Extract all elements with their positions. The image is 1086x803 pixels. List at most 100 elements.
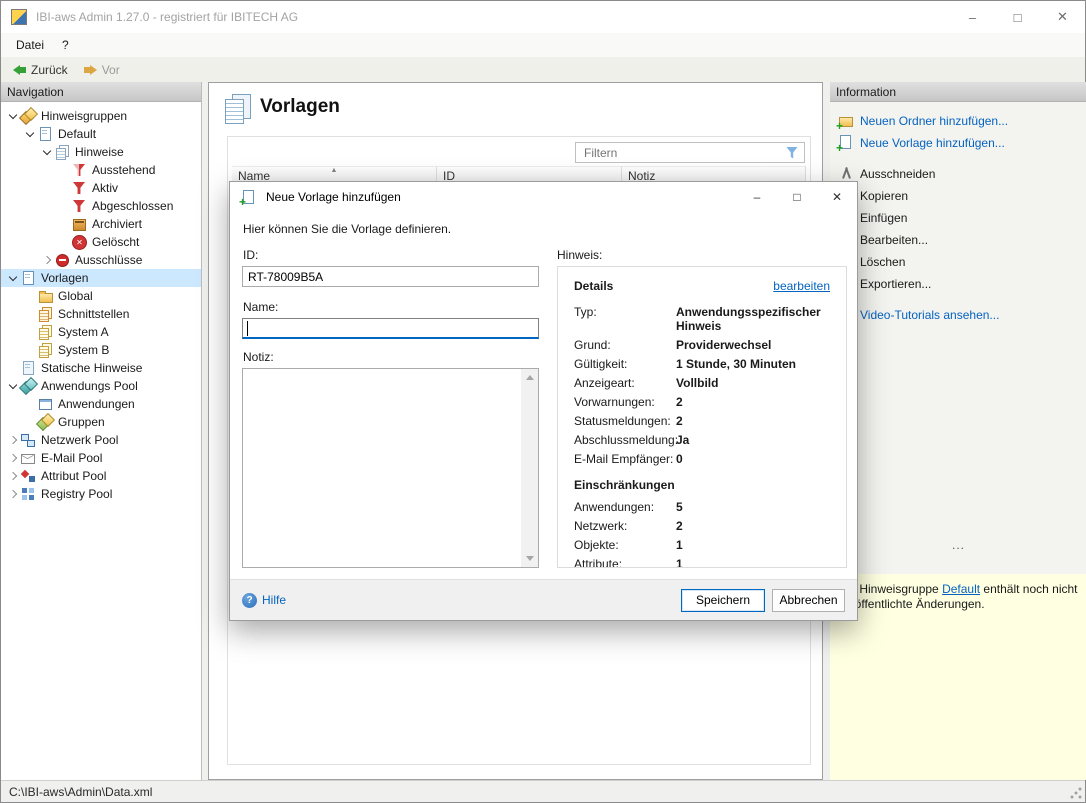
tree-item-aktiv[interactable]: Aktiv <box>1 179 201 197</box>
bearbeiten-link[interactable]: bearbeiten <box>773 279 830 293</box>
vor-button[interactable]: Vor <box>76 61 128 79</box>
action-video-tutorials-ansehen[interactable]: Video-Tutorials ansehen... <box>836 304 1086 326</box>
detail-value: 2 <box>676 414 830 428</box>
tree-chevron-icon[interactable] <box>39 145 55 159</box>
tree-item-gruppen[interactable]: Gruppen <box>1 413 201 431</box>
tree-item-abgeschlossen[interactable]: Abgeschlossen <box>1 197 201 215</box>
detail-row: Abschlussmeldung:Ja <box>574 433 830 447</box>
help-icon: ? <box>242 593 257 608</box>
action-ausschneiden[interactable]: Ausschneiden <box>836 163 1086 185</box>
tree-item-gelöscht[interactable]: Gelöscht <box>1 233 201 251</box>
filter-funnel-icon[interactable] <box>786 147 798 159</box>
tree-item-system-b[interactable]: System B <box>1 341 201 359</box>
action-neue-vorlage-hinzufügen[interactable]: Neue Vorlage hinzufügen... <box>836 132 1086 154</box>
detail-value: 5 <box>676 500 830 514</box>
action-kopieren[interactable]: Kopieren <box>836 185 1086 207</box>
tree-item-hinweisgruppen[interactable]: Hinweisgruppen <box>1 107 201 125</box>
action-group: Video-Tutorials ansehen... <box>836 304 1086 326</box>
tree-item-label: Attribut Pool <box>41 469 106 483</box>
action-label: Einfügen <box>860 211 907 225</box>
tree-item-anwendungs-pool[interactable]: Anwendungs Pool <box>1 377 201 395</box>
menu-help[interactable]: ? <box>53 34 78 56</box>
action-einfügen[interactable]: Einfügen <box>836 207 1086 229</box>
hinweise-icon <box>55 145 70 159</box>
tree-chevron-icon[interactable] <box>5 487 21 501</box>
tree-item-vorlagen[interactable]: Vorlagen <box>1 269 201 287</box>
app-icon[interactable] <box>11 9 27 25</box>
abbrechen-button[interactable]: Abbrechen <box>772 589 845 612</box>
filter-input[interactable] <box>576 146 780 160</box>
action-exportieren[interactable]: Exportieren... <box>836 273 1086 295</box>
tree-item-schnittstellen[interactable]: Schnittstellen <box>1 305 201 323</box>
tree-item-statische-hinweise[interactable]: Statische Hinweise <box>1 359 201 377</box>
minimize-button[interactable]: – <box>950 1 995 33</box>
tree-item-label: Gruppen <box>58 415 105 429</box>
tree-item-default[interactable]: Default <box>1 125 201 143</box>
tree-chevron-icon[interactable] <box>39 253 55 267</box>
dialog-minimize-button[interactable]: – <box>737 182 777 212</box>
forward-arrow-icon <box>84 65 97 75</box>
scrollbar-down-icon[interactable] <box>526 556 534 561</box>
tree-item-ausstehend[interactable]: Ausstehend <box>1 161 201 179</box>
detail-label: E-Mail Empfänger: <box>574 452 676 466</box>
maximize-button[interactable]: □ <box>995 1 1040 33</box>
tree-indent-spacer <box>56 235 72 249</box>
speichern-button[interactable]: Speichern <box>681 589 765 612</box>
tree-chevron-icon[interactable] <box>5 469 21 483</box>
action-group: Neuen Ordner hinzufügen...Neue Vorlage h… <box>836 110 1086 154</box>
dialog-title-bar[interactable]: Neue Vorlage hinzufügen – □ ✕ <box>230 182 857 212</box>
actions-list: Neuen Ordner hinzufügen...Neue Vorlage h… <box>830 102 1086 335</box>
scrollbar-up-icon[interactable] <box>526 375 534 380</box>
tree-item-hinweise[interactable]: Hinweise <box>1 143 201 161</box>
system-icon <box>38 343 53 357</box>
dialog-close-button[interactable]: ✕ <box>817 182 857 212</box>
hilfe-link[interactable]: ? Hilfe <box>242 593 286 608</box>
action-löschen[interactable]: Löschen <box>836 251 1086 273</box>
tree-item-label: Schnittstellen <box>58 307 129 321</box>
tree-item-label: E-Mail Pool <box>41 451 102 465</box>
default-link[interactable]: Default <box>942 582 980 596</box>
detail-row: Typ:Anwendungsspezifischer Hinweis <box>574 305 830 333</box>
action-neuen-ordner-hinzufügen[interactable]: Neuen Ordner hinzufügen... <box>836 110 1086 132</box>
tree-indent-spacer <box>22 397 38 411</box>
tree-item-registry-pool[interactable]: Registry Pool <box>1 485 201 503</box>
dialog-window-controls: – □ ✕ <box>737 182 857 212</box>
tree-item-anwendungen[interactable]: Anwendungen <box>1 395 201 413</box>
detail-row: Gültigkeit:1 Stunde, 30 Minuten <box>574 357 830 371</box>
anwendungen-icon <box>38 397 53 411</box>
tree-item-label: Archiviert <box>92 217 142 231</box>
tree-item-ausschlüsse[interactable]: Ausschlüsse <box>1 251 201 269</box>
zurueck-button[interactable]: Zurück <box>5 61 76 79</box>
detail-value: 1 <box>676 557 830 568</box>
tree-item-global[interactable]: Global <box>1 287 201 305</box>
tree-item-system-a[interactable]: System A <box>1 323 201 341</box>
tree-item-label: Default <box>58 127 96 141</box>
action-bearbeiten[interactable]: Bearbeiten... <box>836 229 1086 251</box>
detail-row: E-Mail Empfänger:0 <box>574 452 830 466</box>
resize-grip[interactable] <box>1070 787 1082 799</box>
menu-datei[interactable]: Datei <box>7 34 53 56</box>
action-label: Video-Tutorials ansehen... <box>860 308 999 322</box>
tree-chevron-icon[interactable] <box>5 109 21 123</box>
close-button[interactable]: ✕ <box>1040 1 1085 33</box>
tree-item-netzwerk-pool[interactable]: Netzwerk Pool <box>1 431 201 449</box>
tree-item-attribut-pool[interactable]: Attribut Pool <box>1 467 201 485</box>
tree-item-e-mail-pool[interactable]: E-Mail Pool <box>1 449 201 467</box>
tree-chevron-icon[interactable] <box>5 271 21 285</box>
sort-ascending-icon: ▲ <box>331 167 338 175</box>
tree-chevron-icon[interactable] <box>22 127 38 141</box>
navigation-header: Navigation <box>1 82 201 102</box>
tree-item-archiviert[interactable]: Archiviert <box>1 215 201 233</box>
default-group-icon <box>38 127 53 141</box>
title-bar[interactable]: IBI-aws Admin 1.27.0 - registriert für I… <box>1 1 1085 33</box>
page-title: Vorlagen <box>260 96 340 118</box>
notiz-scrollbar[interactable] <box>521 369 538 567</box>
dialog-maximize-button[interactable]: □ <box>777 182 817 212</box>
tree-chevron-icon[interactable] <box>5 433 21 447</box>
tree-item-label: Hinweisgruppen <box>41 109 127 123</box>
id-input[interactable] <box>242 266 539 287</box>
tree-chevron-icon[interactable] <box>5 379 21 393</box>
tree-chevron-icon[interactable] <box>5 451 21 465</box>
notiz-textarea[interactable] <box>243 369 521 567</box>
name-input[interactable] <box>242 318 539 339</box>
